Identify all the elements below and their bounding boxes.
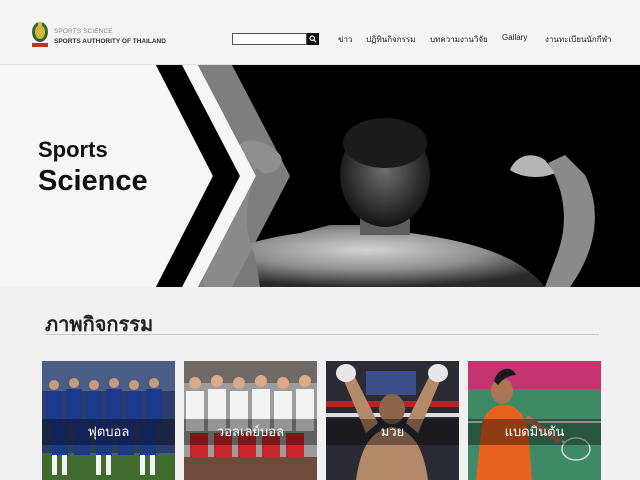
search-button[interactable] xyxy=(307,33,319,45)
hero-title: Sports Science xyxy=(38,139,148,196)
search-icon xyxy=(309,35,317,43)
nav-item-gallery[interactable]: Gallary xyxy=(502,33,527,42)
nav-item-research[interactable]: บทความงานวิจัย xyxy=(430,33,488,46)
nav-item-registration[interactable]: งานทะเบียนนักกีฬา xyxy=(545,33,612,46)
card-label: ฟุตบอล xyxy=(42,419,175,445)
hero-title-line-1: Sports xyxy=(38,137,108,162)
gallery-card-volleyball[interactable]: วอลเลย์บอล xyxy=(184,361,317,480)
gallery-card-football[interactable]: ฟุตบอล xyxy=(42,361,175,480)
nav-item-calendar[interactable]: ปฏิทินกิจกรรม xyxy=(366,33,415,46)
card-label: มวย xyxy=(326,419,459,445)
nav-item-news[interactable]: ข่าว xyxy=(338,33,352,46)
section-divider xyxy=(45,334,599,335)
hero-banner: Sports Science xyxy=(0,65,640,287)
gallery-section-title: ภาพกิจกรรม xyxy=(45,314,154,336)
search-input[interactable] xyxy=(232,33,307,45)
card-label: วอลเลย์บอล xyxy=(184,419,317,445)
brand-line-2: SPORTS AUTHORITY OF THAILAND xyxy=(54,38,166,45)
brand-line-1: SPORTS SCIENCE xyxy=(54,28,113,35)
hero-title-line-2: Science xyxy=(38,165,148,197)
gallery-card-badminton[interactable]: แบดมินตัน xyxy=(468,361,601,480)
card-label: แบดมินตัน xyxy=(468,419,601,445)
search-box xyxy=(232,33,319,45)
gallery-card-boxing[interactable]: มวย xyxy=(326,361,459,480)
brand-text[interactable]: SPORTS SCIENCE SPORTS AUTHORITY OF THAIL… xyxy=(54,27,166,47)
site-header: SPORTS SCIENCE SPORTS AUTHORITY OF THAIL… xyxy=(0,0,640,65)
sat-emblem-icon[interactable] xyxy=(29,20,51,50)
